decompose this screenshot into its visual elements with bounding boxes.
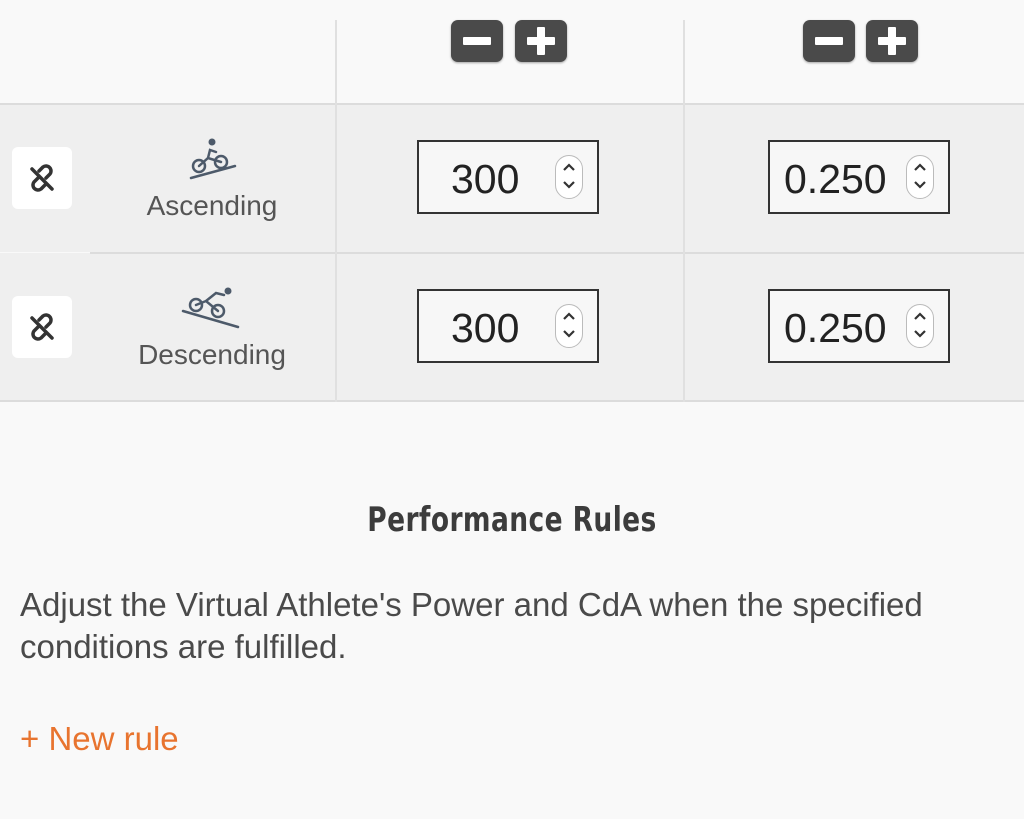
chevron-up-icon	[914, 312, 926, 320]
rules-table: Ascending 300 0.250 Descending 300 0.250	[0, 0, 1024, 402]
minus-icon	[463, 37, 491, 45]
unlink-icon	[30, 313, 54, 341]
cda-input[interactable]: 0.250	[768, 140, 950, 214]
section-title: Performance Rules	[367, 500, 657, 540]
divider	[90, 252, 1024, 254]
cda-input[interactable]: 0.250	[768, 289, 950, 363]
chevron-down-icon	[914, 330, 926, 338]
section-description: Adjust the Virtual Athlete's Power and C…	[20, 586, 923, 665]
power-stepper[interactable]	[555, 304, 583, 348]
power-input[interactable]: 300	[417, 289, 599, 363]
power-decrease-button[interactable]	[451, 20, 503, 62]
divider	[335, 20, 337, 402]
chevron-down-icon	[563, 330, 575, 338]
condition-label: Descending	[138, 339, 286, 370]
divider	[0, 400, 1024, 402]
power-input[interactable]: 300	[417, 140, 599, 214]
cda-stepper[interactable]	[906, 304, 934, 348]
divider	[0, 103, 1024, 105]
unlink-icon	[30, 164, 54, 192]
cyclist-descending-icon	[181, 287, 240, 329]
table-row: Descending 300 0.250	[0, 253, 1024, 401]
minus-icon	[815, 37, 843, 45]
new-rule-link[interactable]: + New rule	[20, 720, 179, 758]
power-stepper[interactable]	[555, 155, 583, 199]
chevron-down-icon	[914, 181, 926, 189]
unlink-button[interactable]	[12, 147, 72, 209]
cda-decrease-button[interactable]	[803, 20, 855, 62]
cda-increase-button[interactable]	[866, 20, 918, 62]
chevron-up-icon	[914, 163, 926, 171]
cyclist-ascending-icon	[189, 138, 237, 180]
chevron-up-icon	[563, 163, 575, 171]
chevron-up-icon	[563, 312, 575, 320]
divider	[683, 20, 685, 402]
table-header	[0, 0, 1024, 104]
chevron-down-icon	[563, 181, 575, 189]
condition-label: Ascending	[146, 190, 278, 221]
unlink-button[interactable]	[12, 296, 72, 358]
power-increase-button[interactable]	[515, 20, 567, 62]
table-row: Ascending 300 0.250	[0, 104, 1024, 252]
cda-stepper[interactable]	[906, 155, 934, 199]
